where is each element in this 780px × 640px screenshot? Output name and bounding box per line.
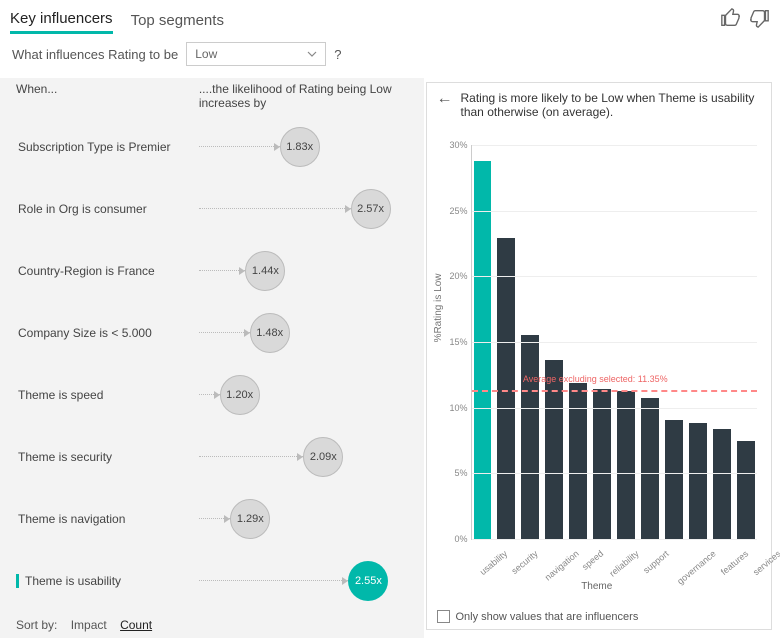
chart-bar[interactable]	[521, 335, 539, 539]
y-tick: 25%	[449, 206, 471, 216]
influencer-row[interactable]: Subscription Type is Premier 1.83x	[16, 116, 414, 178]
chart-bar[interactable]	[474, 161, 492, 539]
bar-chart: 0%5%10%15%20%25%30%Average excluding sel…	[471, 145, 758, 540]
influencer-label: Role in Org is consumer	[16, 202, 199, 216]
influencer-row[interactable]: Theme is speed 1.20x	[16, 364, 414, 426]
only-influencers-label: Only show values that are influencers	[456, 611, 639, 623]
chart-bar[interactable]	[665, 420, 683, 540]
influencer-row[interactable]: Country-Region is France 1.44x	[16, 240, 414, 302]
thumbs-down-icon[interactable]	[748, 7, 770, 34]
influencer-bubble[interactable]: 1.83x	[280, 127, 320, 167]
influencer-row[interactable]: Theme is security 2.09x	[16, 426, 414, 488]
influencer-label: Theme is speed	[16, 388, 199, 402]
detail-panel: ← Rating is more likely to be Low when T…	[426, 82, 773, 630]
influencer-label: Theme is security	[16, 450, 199, 464]
chart-bar[interactable]	[545, 360, 563, 539]
influencer-bubble[interactable]: 1.20x	[220, 375, 260, 415]
reference-line-label: Average excluding selected: 11.35%	[523, 374, 668, 384]
influencer-label: Company Size is < 5.000	[16, 326, 199, 340]
chart-bar[interactable]	[737, 441, 755, 540]
sort-impact[interactable]: Impact	[71, 618, 107, 632]
chevron-down-icon	[307, 49, 317, 59]
influencer-bubble[interactable]: 2.57x	[351, 189, 391, 229]
influencer-label: Theme is navigation	[16, 512, 199, 526]
y-tick: 20%	[449, 271, 471, 281]
x-axis-label: Theme	[437, 581, 758, 592]
chart-bar[interactable]	[689, 423, 707, 539]
y-axis-label: %Rating is Low	[433, 273, 444, 342]
rating-dropdown[interactable]: Low	[186, 42, 326, 66]
influencer-bubble[interactable]: 1.44x	[245, 251, 285, 291]
y-tick: 10%	[449, 403, 471, 413]
y-tick: 0%	[454, 534, 471, 544]
x-tick: services	[751, 548, 780, 600]
back-arrow-icon[interactable]: ←	[437, 91, 453, 107]
influencer-bubble[interactable]: 2.09x	[303, 437, 343, 477]
chart-bar[interactable]	[641, 398, 659, 539]
influencer-row[interactable]: Company Size is < 5.000 1.48x	[16, 302, 414, 364]
rating-dropdown-value: Low	[195, 47, 217, 61]
influencer-label: Subscription Type is Premier	[16, 140, 199, 154]
influencer-bubble[interactable]: 2.55x	[348, 561, 388, 601]
column-header-when: When...	[16, 82, 199, 110]
column-header-likelihood: ....the likelihood of Rating being Low i…	[199, 82, 414, 110]
sort-count[interactable]: Count	[120, 618, 152, 632]
y-tick: 30%	[449, 140, 471, 150]
influencers-panel: When... ....the likelihood of Rating bei…	[0, 78, 424, 638]
question-suffix: ?	[334, 47, 341, 62]
y-tick: 5%	[454, 468, 471, 478]
chart-bar[interactable]	[617, 391, 635, 539]
chart-bar[interactable]	[569, 383, 587, 539]
tab-top-segments[interactable]: Top segments	[131, 8, 224, 33]
influencer-row[interactable]: Theme is navigation 1.29x	[16, 488, 414, 550]
chart-bar[interactable]	[593, 389, 611, 539]
only-influencers-checkbox[interactable]	[437, 610, 450, 623]
influencer-bubble[interactable]: 1.48x	[250, 313, 290, 353]
question-prefix: What influences Rating to be	[12, 47, 178, 62]
tab-key-influencers[interactable]: Key influencers	[10, 6, 113, 34]
chart-bar[interactable]	[713, 429, 731, 539]
influencer-label: Country-Region is France	[16, 264, 199, 278]
chart-bar[interactable]	[497, 238, 515, 539]
influencer-row[interactable]: Theme is usability 2.55x	[16, 550, 414, 612]
thumbs-up-icon[interactable]	[720, 7, 742, 34]
influencer-row[interactable]: Role in Org is consumer 2.57x	[16, 178, 414, 240]
detail-header-text: Rating is more likely to be Low when The…	[461, 91, 762, 119]
sort-by-label: Sort by:	[16, 618, 57, 632]
y-tick: 15%	[449, 337, 471, 347]
influencer-label: Theme is usability	[16, 574, 199, 588]
influencer-bubble[interactable]: 1.29x	[230, 499, 270, 539]
